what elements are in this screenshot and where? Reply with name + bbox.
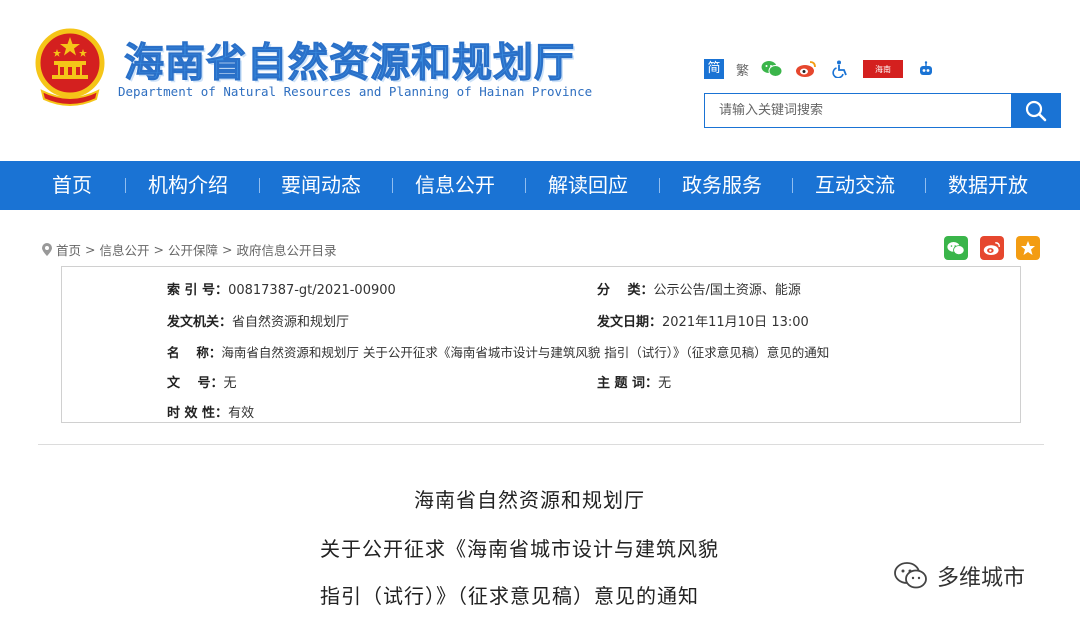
article-title-line-2: 关于公开征求《海南省城市设计与建筑风貌 [320, 537, 719, 561]
info-date: 发文日期：2021年11月10日 13:00 [597, 311, 809, 330]
nav-item-interaction[interactable]: 互动交流 [815, 161, 895, 210]
nav-separator [659, 178, 660, 193]
info-name: 名 称：海南省自然资源和规划厅 关于公开征求《海南省城市设计与建筑风貌 指引（试… [167, 342, 829, 361]
national-emblem-icon [35, 28, 105, 106]
app-badge-icon[interactable]: 海南 [863, 60, 904, 78]
watermark: 多维城市 [893, 560, 1025, 592]
article-title-line-3: 指引（试行）》（征求意见稿）意见的通知 [320, 584, 699, 608]
header-toolbar: 简 繁 海南 [704, 58, 937, 80]
content-divider [38, 444, 1044, 445]
watermark-text: 多维城市 [937, 566, 1026, 591]
breadcrumb-guarantee[interactable]: 公开保障 [168, 240, 218, 259]
site-header: 海南省自然资源和规划厅 Department of Natural Resour… [0, 0, 1080, 161]
info-issuer-label: 发文机关： [167, 315, 233, 330]
nav-item-disclosure[interactable]: 信息公开 [415, 161, 495, 210]
info-docno-value: 无 [223, 376, 237, 391]
search-input[interactable] [719, 103, 1011, 118]
breadcrumb: 首页 > 信息公开 > 公开保障 > 政府信息公开目录 [42, 240, 337, 259]
wechat-icon[interactable] [761, 59, 783, 79]
nav-item-open-data[interactable]: 数据开放 [948, 161, 1028, 210]
nav-item-interpretation[interactable]: 解读回应 [548, 161, 628, 210]
info-category: 分 类：公示公告/国土资源、能源 [597, 279, 801, 298]
weibo-share-icon[interactable] [980, 236, 1004, 260]
accessibility-icon[interactable] [829, 59, 851, 79]
info-issuer: 发文机关：省自然资源和规划厅 [167, 311, 349, 330]
nav-item-services[interactable]: 政务服务 [682, 161, 762, 210]
info-validity-label: 时 效 性： [167, 406, 229, 421]
site-subtitle: Department of Natural Resources and Plan… [118, 84, 593, 99]
info-date-label: 发文日期： [597, 315, 663, 330]
info-docno-label: 文 号： [167, 376, 224, 391]
info-index: 索 引 号：00817387-gt/2021-00900 [167, 279, 396, 298]
nav-item-about[interactable]: 机构介绍 [148, 161, 228, 210]
nav-separator [259, 178, 260, 193]
breadcrumb-catalog[interactable]: 政府信息公开目录 [237, 240, 337, 259]
info-issuer-value: 省自然资源和规划厅 [232, 315, 350, 330]
search-button[interactable] [1011, 93, 1061, 128]
info-validity-value: 有效 [228, 406, 255, 421]
info-subject: 主 题 词：无 [597, 372, 671, 391]
info-subject-value: 无 [658, 376, 672, 391]
article-title-line-1: 海南省自然资源和规划厅 [414, 488, 645, 512]
robot-icon[interactable] [915, 59, 937, 79]
weibo-icon[interactable] [795, 59, 817, 79]
nav-item-home[interactable]: 首页 [52, 161, 92, 210]
simplified-chinese-button[interactable]: 简 [704, 59, 724, 79]
location-pin-icon [42, 243, 52, 256]
search-box [704, 93, 1011, 128]
info-index-value: 00817387-gt/2021-00900 [228, 283, 396, 298]
wechat-watermark-icon [894, 562, 927, 589]
site-title: 海南省自然资源和规划厅 [124, 40, 575, 87]
nav-item-news[interactable]: 要闻动态 [281, 161, 361, 210]
breadcrumb-disclosure[interactable]: 信息公开 [100, 240, 150, 259]
wechat-share-icon[interactable] [944, 236, 968, 260]
main-nav: 首页 机构介绍 要闻动态 信息公开 解读回应 政务服务 互动交流 数据开放 [0, 161, 1080, 210]
breadcrumb-separator: > [153, 242, 164, 257]
info-category-label: 分 类： [597, 283, 654, 298]
info-index-label: 索 引 号： [167, 283, 229, 298]
favorite-star-icon[interactable] [1016, 236, 1040, 260]
traditional-chinese-button[interactable]: 繁 [736, 60, 749, 79]
document-info-box: 索 引 号：00817387-gt/2021-00900 分 类：公示公告/国土… [61, 266, 1021, 423]
info-validity: 时 效 性：有效 [167, 402, 254, 421]
nav-separator [925, 178, 926, 193]
info-name-label: 名 称： [167, 345, 222, 360]
nav-separator [392, 178, 393, 193]
search-icon [1025, 100, 1047, 121]
breadcrumb-home[interactable]: 首页 [56, 240, 81, 259]
nav-separator [125, 178, 126, 193]
info-category-value: 公示公告/国土资源、能源 [653, 283, 801, 298]
nav-separator [525, 178, 526, 193]
info-docno: 文 号：无 [167, 372, 237, 391]
breadcrumb-separator: > [85, 242, 96, 257]
nav-separator [792, 178, 793, 193]
info-subject-label: 主 题 词： [597, 376, 659, 391]
share-bar [944, 236, 1040, 260]
info-date-value: 2021年11月10日 13:00 [662, 315, 809, 330]
breadcrumb-separator: > [222, 242, 233, 257]
info-name-value: 海南省自然资源和规划厅 关于公开征求《海南省城市设计与建筑风貌 指引（试行）》（… [221, 345, 830, 360]
